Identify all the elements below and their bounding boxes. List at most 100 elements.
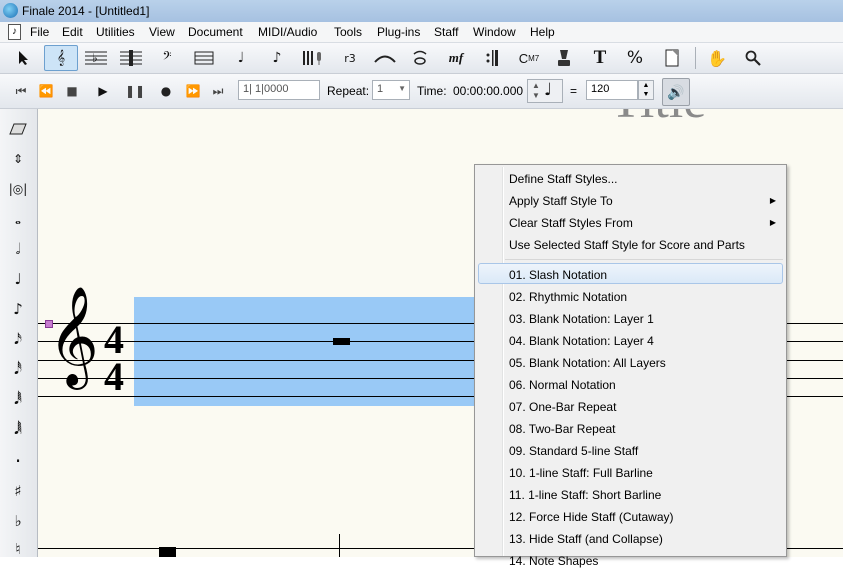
- menu-item-style[interactable]: 11. 1-line Staff: Short Barline: [509, 488, 661, 502]
- quarter-note-icon: ♩: [544, 80, 553, 100]
- time-signature-tool-icon[interactable]: [119, 46, 143, 70]
- record-icon[interactable]: ●: [155, 81, 177, 101]
- menu-item-style[interactable]: 02. Rhythmic Notation: [509, 290, 627, 304]
- hand-grabber-tool-icon[interactable]: ✋: [705, 46, 729, 70]
- fast-forward-to-end-icon[interactable]: ⏭: [207, 81, 229, 101]
- play-icon[interactable]: ▶: [92, 81, 114, 101]
- repeat-tool-icon[interactable]: [480, 46, 504, 70]
- updown-icon[interactable]: ⇕: [5, 147, 31, 171]
- sixteenth-note-icon[interactable]: 𝅘𝅥𝅯: [5, 327, 31, 351]
- repeat-value: 1: [377, 83, 384, 95]
- resize-tool-label: %: [626, 48, 644, 68]
- menu-item-style[interactable]: 13. Hide Staff (and Collapse): [509, 532, 663, 546]
- whole-note-icon[interactable]: 𝅝: [5, 207, 31, 231]
- selection-tool-icon[interactable]: [12, 46, 36, 70]
- menu-item-style[interactable]: 07. One-Bar Repeat: [509, 400, 616, 414]
- simple-entry-tool-icon[interactable]: ♩: [229, 46, 253, 70]
- updown-arrows-icon: ▲ ▼: [532, 81, 540, 100]
- menu-view[interactable]: View: [149, 25, 175, 39]
- page-layout-tool-icon[interactable]: [660, 46, 684, 70]
- half-note-icon[interactable]: 𝅗𝅥: [5, 237, 31, 261]
- expression-tool-label: mf: [448, 50, 464, 65]
- menu-utilities[interactable]: Utilities: [96, 25, 135, 39]
- menu-plug-ins[interactable]: Plug-ins: [377, 25, 420, 39]
- resize-tool-icon[interactable]: %: [623, 46, 647, 70]
- speedy-entry-tool-icon[interactable]: ♪: [265, 46, 289, 70]
- key-signature-tool-icon[interactable]: ♭: [84, 46, 108, 70]
- zoom-tool-icon[interactable]: [741, 46, 765, 70]
- document-icon[interactable]: ♪: [8, 24, 21, 40]
- rewind-to-start-icon[interactable]: ⏮: [10, 81, 32, 101]
- pause-icon[interactable]: ❚❚: [124, 81, 146, 101]
- treble-clef[interactable]: 𝄞: [48, 293, 99, 379]
- menu-item-style[interactable]: 03. Blank Notation: Layer 1: [509, 312, 654, 326]
- one-twenty-eighth-note-icon[interactable]: 𝅘𝅥𝅲: [5, 417, 31, 441]
- menu-item-style[interactable]: 14. Note Shapes: [509, 554, 598, 568]
- quarter-note-icon[interactable]: ♩: [5, 267, 31, 291]
- rest[interactable]: [159, 547, 176, 557]
- chord-tool-icon[interactable]: C M7: [515, 46, 543, 70]
- score-title[interactable]: Title: [610, 109, 706, 130]
- sixty-fourth-note-icon[interactable]: 𝅘𝅥𝅱: [5, 387, 31, 411]
- staff-tool-icon[interactable]: 𝄞: [44, 45, 78, 71]
- menu-item-style[interactable]: 10. 1-line Staff: Full Barline: [509, 466, 653, 480]
- simple-entry-palette: ⇕ |◎| 𝅝 𝅗𝅥 ♩ ♪ 𝅘𝅥𝅯 𝅘𝅥𝅰 𝅘𝅥𝅱 𝅘𝅥𝅲 · ♯ ♭ ♮: [0, 109, 38, 558]
- menu-item-use-selected-staff-style[interactable]: Use Selected Staff Style for Score and P…: [509, 238, 745, 252]
- speaker-settings-icon[interactable]: 🔊: [662, 78, 690, 106]
- menu-item-clear-staff-styles-from[interactable]: Clear Staff Styles From: [509, 216, 633, 230]
- menu-tools[interactable]: Tools: [334, 25, 362, 39]
- menu-midi-audio[interactable]: MIDI/Audio: [258, 25, 317, 39]
- repeat-select[interactable]: 1 ▼: [372, 80, 410, 100]
- thirty-second-note-icon[interactable]: 𝅘𝅥𝅰: [5, 357, 31, 381]
- chord-tool-label: C: [518, 50, 529, 66]
- menu-item-apply-staff-style-to[interactable]: Apply Staff Style To: [509, 194, 613, 208]
- menu-item-style[interactable]: 09. Standard 5-line Staff: [509, 444, 638, 458]
- menu-item-style[interactable]: 04. Blank Notation: Layer 4: [509, 334, 654, 348]
- menu-edit[interactable]: Edit: [62, 25, 83, 39]
- hyper-scribe-tool-icon[interactable]: [301, 46, 325, 70]
- articulation-tool-icon[interactable]: [408, 46, 432, 70]
- tuplet-tool-icon[interactable]: r3: [337, 46, 363, 70]
- menu-item-style[interactable]: 08. Two-Bar Repeat: [509, 422, 616, 436]
- stop-icon[interactable]: ■: [61, 81, 83, 101]
- equals-label: =: [570, 84, 578, 98]
- svg-text:♭: ♭: [92, 51, 98, 65]
- finale-app-icon: [3, 3, 18, 18]
- menu-item-style[interactable]: 05. Blank Notation: All Layers: [509, 356, 666, 370]
- menu-staff[interactable]: Staff: [434, 25, 458, 39]
- whole-rest[interactable]: [333, 338, 350, 345]
- rewind-icon[interactable]: ⏪: [35, 81, 57, 101]
- natural-icon[interactable]: ♮: [5, 537, 31, 561]
- clef-tool-icon[interactable]: 𝄢: [155, 46, 179, 70]
- tempo-input[interactable]: 120: [586, 80, 638, 100]
- menu-item-style[interactable]: 01. Slash Notation: [509, 268, 607, 282]
- barline: [339, 534, 340, 557]
- lyrics-tool-icon[interactable]: [552, 46, 576, 70]
- text-tool-icon[interactable]: T: [588, 46, 612, 70]
- measure-counter-field[interactable]: 1| 1|0000: [238, 80, 320, 100]
- measure-tool-icon[interactable]: [192, 46, 216, 70]
- sharp-icon[interactable]: ♯: [5, 479, 31, 503]
- eraser-icon[interactable]: [5, 117, 31, 141]
- menu-file[interactable]: File: [30, 25, 49, 39]
- time-signature-bottom[interactable]: 4: [104, 357, 124, 397]
- flat-icon[interactable]: ♭: [5, 509, 31, 533]
- measure-selection[interactable]: [134, 297, 484, 406]
- time-label: Time:: [417, 84, 447, 98]
- staff-context-menu: Define Staff Styles... Apply Staff Style…: [474, 164, 787, 568]
- breve-icon[interactable]: |◎|: [5, 177, 31, 201]
- eighth-note-icon[interactable]: ♪: [5, 297, 31, 321]
- tempo-unit-button[interactable]: ▲ ▼ ♩: [527, 79, 563, 103]
- expression-tool-icon[interactable]: mf: [444, 46, 468, 70]
- menu-help[interactable]: Help: [530, 25, 555, 39]
- menu-item-define-staff-styles[interactable]: Define Staff Styles...: [509, 172, 618, 186]
- tempo-spinner[interactable]: ▲ ▼: [638, 80, 654, 100]
- fast-forward-icon[interactable]: ⏩: [182, 81, 204, 101]
- menu-document[interactable]: Document: [188, 25, 243, 39]
- smart-shape-tool-icon[interactable]: [373, 46, 397, 70]
- dot-icon[interactable]: ·: [5, 449, 31, 473]
- menu-item-style[interactable]: 12. Force Hide Staff (Cutaway): [509, 510, 674, 524]
- menu-item-style[interactable]: 06. Normal Notation: [509, 378, 616, 392]
- menu-window[interactable]: Window: [473, 25, 516, 39]
- menu-separator: [505, 259, 783, 260]
